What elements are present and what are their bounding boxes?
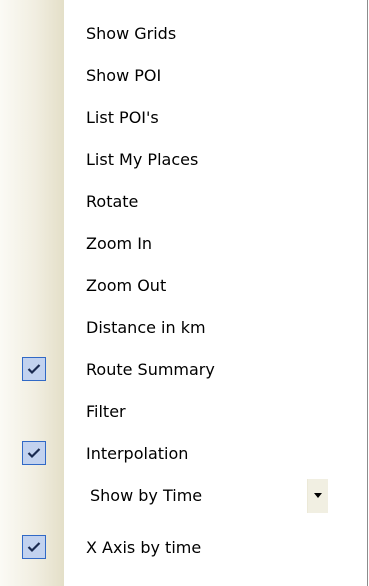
combo-value: Show by Time xyxy=(90,486,203,505)
menu-item-label: Interpolation xyxy=(86,444,189,463)
menu-item-show-grids[interactable]: Show Grids xyxy=(0,14,367,54)
menu-item-zoom-out[interactable]: Zoom Out xyxy=(0,266,367,306)
menu-item-label: Distance in km xyxy=(86,318,206,337)
menu-item-zoom-in[interactable]: Zoom In xyxy=(0,224,367,264)
checkmark-icon xyxy=(22,535,46,559)
menu-item-label: List My Places xyxy=(86,150,199,169)
checkmark-icon xyxy=(22,357,46,381)
menu-item-label: Filter xyxy=(86,402,126,421)
menu-item-filter[interactable]: Filter xyxy=(0,392,367,432)
menu-item-label: Show POI xyxy=(86,66,162,85)
menu-item-interpolation[interactable]: Interpolation xyxy=(0,434,367,474)
menu-item-label: X Axis by time xyxy=(86,538,202,557)
menu-item-label: Show Grids xyxy=(86,24,177,43)
menu-item-label: Rotate xyxy=(86,192,139,211)
menu-item-distance-in-km[interactable]: Distance in km xyxy=(0,308,367,348)
menu-item-route-summary[interactable]: Route Summary xyxy=(0,350,367,390)
show-by-combo[interactable]: Show by Time xyxy=(80,479,328,513)
combo-dropdown-button[interactable] xyxy=(307,479,328,513)
menu-item-label: List POI's xyxy=(86,108,159,127)
menu-item-list-pois[interactable]: List POI's xyxy=(0,98,367,138)
chevron-down-icon xyxy=(314,493,322,498)
menu-item-label: Zoom Out xyxy=(86,276,167,295)
menu-item-show-poi[interactable]: Show POI xyxy=(0,56,367,96)
menu-item-x-axis-by-time[interactable]: X Axis by time xyxy=(0,528,367,568)
menu-item-label: Route Summary xyxy=(86,360,215,379)
context-menu: Show Grids Show POI List POI's List My P… xyxy=(0,0,368,586)
menu-item-rotate[interactable]: Rotate xyxy=(0,182,367,222)
menu-item-label: Zoom In xyxy=(86,234,153,253)
menu-item-list-my-places[interactable]: List My Places xyxy=(0,140,367,180)
checkmark-icon xyxy=(22,441,46,465)
